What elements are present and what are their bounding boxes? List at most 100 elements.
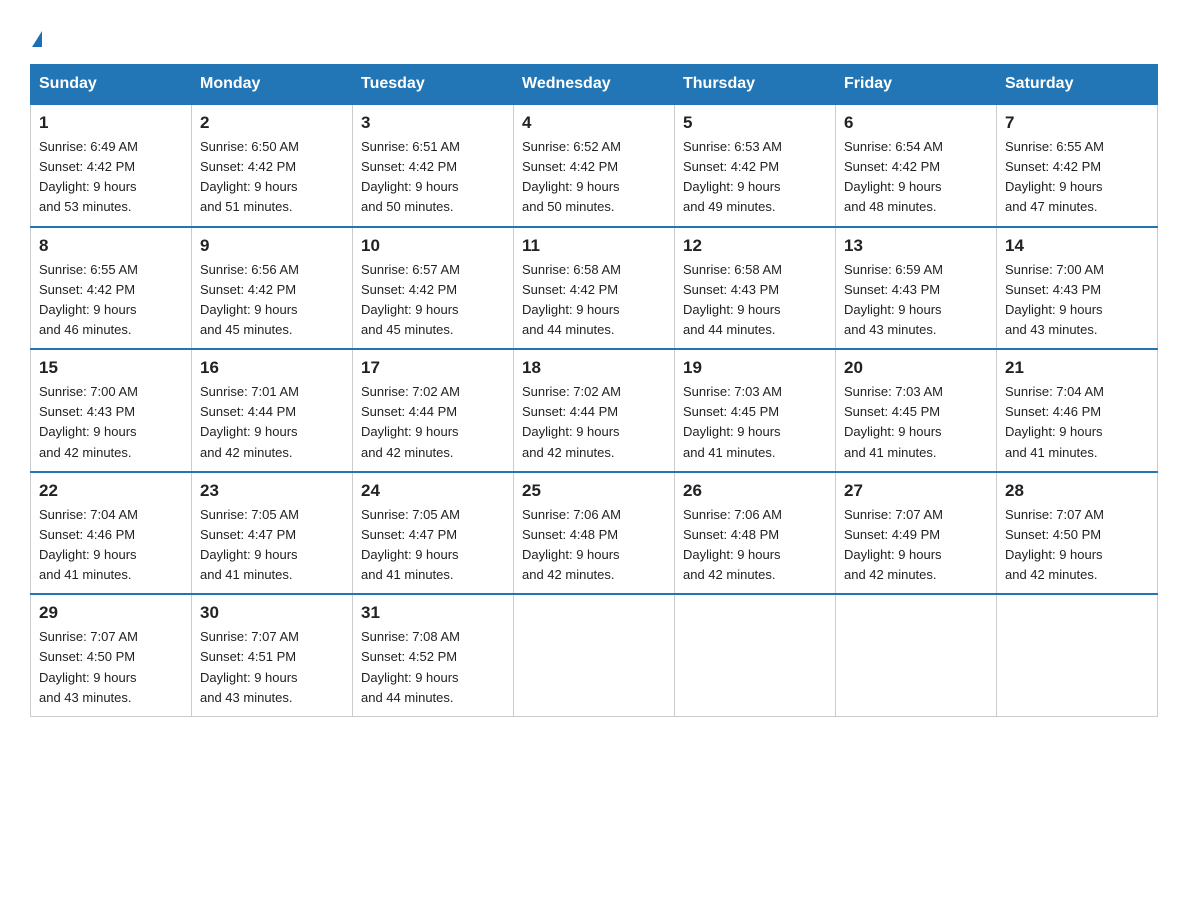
day-number: 27 [844, 481, 988, 501]
day-number: 13 [844, 236, 988, 256]
calendar-table: SundayMondayTuesdayWednesdayThursdayFrid… [30, 64, 1158, 717]
calendar-cell: 24 Sunrise: 7:05 AMSunset: 4:47 PMDaylig… [353, 472, 514, 595]
calendar-cell: 8 Sunrise: 6:55 AMSunset: 4:42 PMDayligh… [31, 227, 192, 350]
calendar-cell [997, 594, 1158, 716]
day-info: Sunrise: 6:54 AMSunset: 4:42 PMDaylight:… [844, 137, 988, 218]
calendar-cell: 21 Sunrise: 7:04 AMSunset: 4:46 PMDaylig… [997, 349, 1158, 472]
weekday-header-sunday: Sunday [31, 65, 192, 105]
day-number: 31 [361, 603, 505, 623]
day-number: 17 [361, 358, 505, 378]
day-info: Sunrise: 7:07 AMSunset: 4:50 PMDaylight:… [39, 627, 183, 708]
day-info: Sunrise: 7:07 AMSunset: 4:51 PMDaylight:… [200, 627, 344, 708]
day-number: 18 [522, 358, 666, 378]
day-number: 1 [39, 113, 183, 133]
day-number: 6 [844, 113, 988, 133]
day-info: Sunrise: 7:06 AMSunset: 4:48 PMDaylight:… [683, 505, 827, 586]
day-info: Sunrise: 6:53 AMSunset: 4:42 PMDaylight:… [683, 137, 827, 218]
day-number: 22 [39, 481, 183, 501]
calendar-cell: 29 Sunrise: 7:07 AMSunset: 4:50 PMDaylig… [31, 594, 192, 716]
day-number: 21 [1005, 358, 1149, 378]
day-number: 30 [200, 603, 344, 623]
day-number: 19 [683, 358, 827, 378]
calendar-body: 1 Sunrise: 6:49 AMSunset: 4:42 PMDayligh… [31, 104, 1158, 716]
weekday-header-thursday: Thursday [675, 65, 836, 105]
day-info: Sunrise: 7:00 AMSunset: 4:43 PMDaylight:… [1005, 260, 1149, 341]
day-number: 15 [39, 358, 183, 378]
day-number: 7 [1005, 113, 1149, 133]
calendar-cell: 26 Sunrise: 7:06 AMSunset: 4:48 PMDaylig… [675, 472, 836, 595]
calendar-cell: 11 Sunrise: 6:58 AMSunset: 4:42 PMDaylig… [514, 227, 675, 350]
day-info: Sunrise: 6:49 AMSunset: 4:42 PMDaylight:… [39, 137, 183, 218]
day-info: Sunrise: 6:51 AMSunset: 4:42 PMDaylight:… [361, 137, 505, 218]
day-info: Sunrise: 6:56 AMSunset: 4:42 PMDaylight:… [200, 260, 344, 341]
day-number: 16 [200, 358, 344, 378]
day-number: 3 [361, 113, 505, 133]
day-number: 24 [361, 481, 505, 501]
weekday-header-monday: Monday [192, 65, 353, 105]
day-number: 10 [361, 236, 505, 256]
calendar-cell: 20 Sunrise: 7:03 AMSunset: 4:45 PMDaylig… [836, 349, 997, 472]
day-info: Sunrise: 7:00 AMSunset: 4:43 PMDaylight:… [39, 382, 183, 463]
calendar-week-5: 29 Sunrise: 7:07 AMSunset: 4:50 PMDaylig… [31, 594, 1158, 716]
day-number: 29 [39, 603, 183, 623]
calendar-week-2: 8 Sunrise: 6:55 AMSunset: 4:42 PMDayligh… [31, 227, 1158, 350]
day-info: Sunrise: 6:52 AMSunset: 4:42 PMDaylight:… [522, 137, 666, 218]
calendar-cell: 3 Sunrise: 6:51 AMSunset: 4:42 PMDayligh… [353, 104, 514, 227]
day-number: 14 [1005, 236, 1149, 256]
logo-general-line [30, 20, 42, 48]
weekday-header-friday: Friday [836, 65, 997, 105]
day-info: Sunrise: 7:07 AMSunset: 4:50 PMDaylight:… [1005, 505, 1149, 586]
calendar-cell [675, 594, 836, 716]
calendar-cell: 18 Sunrise: 7:02 AMSunset: 4:44 PMDaylig… [514, 349, 675, 472]
day-info: Sunrise: 6:50 AMSunset: 4:42 PMDaylight:… [200, 137, 344, 218]
calendar-cell: 7 Sunrise: 6:55 AMSunset: 4:42 PMDayligh… [997, 104, 1158, 227]
calendar-header: SundayMondayTuesdayWednesdayThursdayFrid… [31, 65, 1158, 105]
calendar-cell: 17 Sunrise: 7:02 AMSunset: 4:44 PMDaylig… [353, 349, 514, 472]
day-info: Sunrise: 6:57 AMSunset: 4:42 PMDaylight:… [361, 260, 505, 341]
calendar-cell: 9 Sunrise: 6:56 AMSunset: 4:42 PMDayligh… [192, 227, 353, 350]
calendar-cell: 28 Sunrise: 7:07 AMSunset: 4:50 PMDaylig… [997, 472, 1158, 595]
weekday-header-saturday: Saturday [997, 65, 1158, 105]
day-info: Sunrise: 7:04 AMSunset: 4:46 PMDaylight:… [39, 505, 183, 586]
calendar-week-1: 1 Sunrise: 6:49 AMSunset: 4:42 PMDayligh… [31, 104, 1158, 227]
page-header [30, 20, 1158, 48]
day-info: Sunrise: 6:55 AMSunset: 4:42 PMDaylight:… [1005, 137, 1149, 218]
calendar-cell: 30 Sunrise: 7:07 AMSunset: 4:51 PMDaylig… [192, 594, 353, 716]
day-number: 2 [200, 113, 344, 133]
calendar-cell: 27 Sunrise: 7:07 AMSunset: 4:49 PMDaylig… [836, 472, 997, 595]
day-info: Sunrise: 7:02 AMSunset: 4:44 PMDaylight:… [361, 382, 505, 463]
calendar-cell: 5 Sunrise: 6:53 AMSunset: 4:42 PMDayligh… [675, 104, 836, 227]
calendar-cell: 19 Sunrise: 7:03 AMSunset: 4:45 PMDaylig… [675, 349, 836, 472]
day-number: 4 [522, 113, 666, 133]
calendar-cell: 25 Sunrise: 7:06 AMSunset: 4:48 PMDaylig… [514, 472, 675, 595]
calendar-cell: 22 Sunrise: 7:04 AMSunset: 4:46 PMDaylig… [31, 472, 192, 595]
day-number: 25 [522, 481, 666, 501]
day-info: Sunrise: 7:05 AMSunset: 4:47 PMDaylight:… [200, 505, 344, 586]
day-info: Sunrise: 7:05 AMSunset: 4:47 PMDaylight:… [361, 505, 505, 586]
day-number: 8 [39, 236, 183, 256]
calendar-cell: 14 Sunrise: 7:00 AMSunset: 4:43 PMDaylig… [997, 227, 1158, 350]
day-info: Sunrise: 7:01 AMSunset: 4:44 PMDaylight:… [200, 382, 344, 463]
calendar-cell: 23 Sunrise: 7:05 AMSunset: 4:47 PMDaylig… [192, 472, 353, 595]
calendar-week-3: 15 Sunrise: 7:00 AMSunset: 4:43 PMDaylig… [31, 349, 1158, 472]
weekday-row: SundayMondayTuesdayWednesdayThursdayFrid… [31, 65, 1158, 105]
day-info: Sunrise: 7:03 AMSunset: 4:45 PMDaylight:… [844, 382, 988, 463]
logo-triangle-icon [32, 31, 42, 47]
day-info: Sunrise: 7:04 AMSunset: 4:46 PMDaylight:… [1005, 382, 1149, 463]
day-number: 20 [844, 358, 988, 378]
calendar-week-4: 22 Sunrise: 7:04 AMSunset: 4:46 PMDaylig… [31, 472, 1158, 595]
calendar-cell: 1 Sunrise: 6:49 AMSunset: 4:42 PMDayligh… [31, 104, 192, 227]
calendar-cell: 10 Sunrise: 6:57 AMSunset: 4:42 PMDaylig… [353, 227, 514, 350]
day-info: Sunrise: 6:58 AMSunset: 4:42 PMDaylight:… [522, 260, 666, 341]
calendar-cell [514, 594, 675, 716]
day-number: 11 [522, 236, 666, 256]
day-number: 23 [200, 481, 344, 501]
day-info: Sunrise: 7:03 AMSunset: 4:45 PMDaylight:… [683, 382, 827, 463]
day-number: 5 [683, 113, 827, 133]
calendar-cell: 6 Sunrise: 6:54 AMSunset: 4:42 PMDayligh… [836, 104, 997, 227]
day-info: Sunrise: 6:55 AMSunset: 4:42 PMDaylight:… [39, 260, 183, 341]
calendar-cell: 31 Sunrise: 7:08 AMSunset: 4:52 PMDaylig… [353, 594, 514, 716]
calendar-cell: 4 Sunrise: 6:52 AMSunset: 4:42 PMDayligh… [514, 104, 675, 227]
day-info: Sunrise: 6:58 AMSunset: 4:43 PMDaylight:… [683, 260, 827, 341]
day-number: 28 [1005, 481, 1149, 501]
